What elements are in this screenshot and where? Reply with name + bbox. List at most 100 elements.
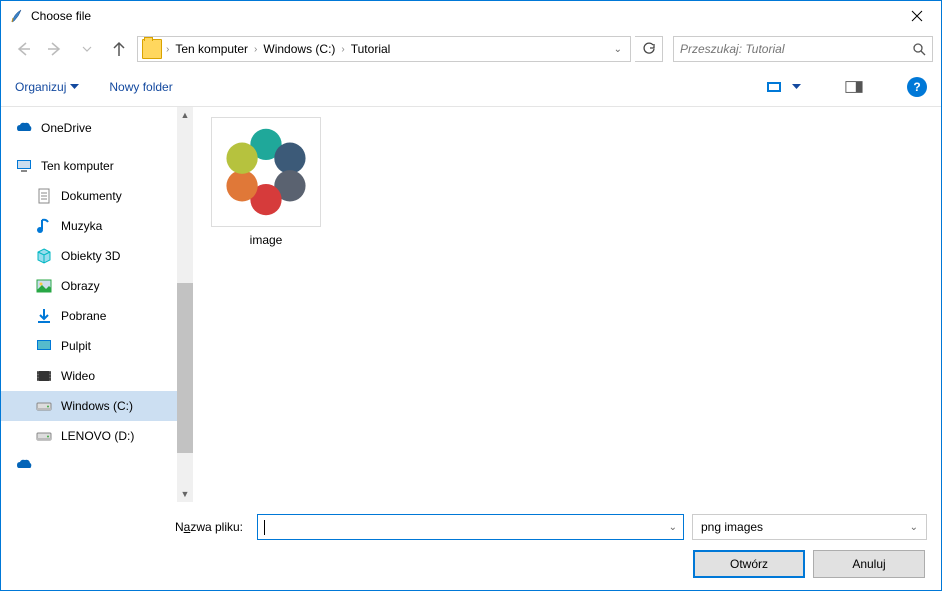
tree-item-partial[interactable] xyxy=(1,459,177,471)
tree-item-label: Dokumenty xyxy=(61,189,122,203)
filter-label: png images xyxy=(701,520,763,534)
breadcrumb-sep: › xyxy=(164,44,171,55)
cancel-label: Anuluj xyxy=(852,557,885,571)
back-button[interactable] xyxy=(9,35,37,63)
dialog-body: OneDrive Ten komputer Dokumenty Muzyka Obiek… xyxy=(1,107,941,502)
folder-icon xyxy=(142,39,162,59)
music-icon xyxy=(35,217,53,235)
filetype-filter[interactable]: png images ⌄ xyxy=(692,514,927,540)
thumbnails-icon xyxy=(766,79,786,95)
tree-item-label: LENOVO (D:) xyxy=(61,429,134,443)
open-label: Otwórz xyxy=(730,557,768,571)
tree-item-label: Pobrane xyxy=(61,309,106,323)
onedrive-icon xyxy=(15,119,33,137)
preview-pane-button[interactable] xyxy=(845,78,863,96)
tree-item-label: OneDrive xyxy=(41,121,92,135)
filename-input[interactable]: ⌄ xyxy=(257,514,684,540)
arrow-up-icon xyxy=(110,40,128,58)
search-icon xyxy=(912,42,926,56)
tree-item-label: Wideo xyxy=(61,369,95,383)
tree-item-pulpit[interactable]: Pulpit xyxy=(1,331,177,361)
file-item[interactable]: image xyxy=(211,117,321,247)
tree-item-label: Pulpit xyxy=(61,339,91,353)
filename-label: Nazwa pliku: xyxy=(15,520,249,534)
text-caret xyxy=(264,520,265,535)
chevron-down-icon: ⌄ xyxy=(910,522,918,533)
address-bar[interactable]: › Ten komputer › Windows (C:) › Tutorial… xyxy=(137,36,631,62)
tree-item-ten-komputer[interactable]: Ten komputer xyxy=(1,151,177,181)
scroll-track[interactable] xyxy=(177,123,193,486)
img-icon xyxy=(35,277,53,295)
chevron-down-icon xyxy=(70,82,79,91)
chevron-down-icon xyxy=(82,44,92,54)
chevron-down-icon[interactable]: ⌄ xyxy=(669,522,677,533)
address-dropdown[interactable]: ⌄ xyxy=(610,44,626,55)
bottom-bar: Nazwa pliku: ⌄ png images ⌄ Otwórz Anulu… xyxy=(1,502,941,590)
preview-pane-icon xyxy=(845,79,863,95)
doc-icon xyxy=(35,187,53,205)
3d-icon xyxy=(35,247,53,265)
drive-icon xyxy=(35,397,53,415)
tree-item-obrazy[interactable]: Obrazy xyxy=(1,271,177,301)
desk-icon xyxy=(35,337,53,355)
cancel-button[interactable]: Anuluj xyxy=(813,550,925,578)
file-thumbnail xyxy=(211,117,321,227)
help-button[interactable]: ? xyxy=(907,77,927,97)
new-folder-label: Nowy folder xyxy=(109,80,172,94)
help-icon: ? xyxy=(913,80,920,94)
app-icon xyxy=(9,8,25,24)
scroll-down-icon[interactable]: ▼ xyxy=(177,486,193,502)
drive-icon xyxy=(35,427,53,445)
tree-item-muzyka[interactable]: Muzyka xyxy=(1,211,177,241)
search-box[interactable] xyxy=(673,36,933,62)
new-folder-button[interactable]: Nowy folder xyxy=(109,80,172,94)
tree-item-label: Windows (C:) xyxy=(61,399,133,413)
down-icon xyxy=(35,307,53,325)
titlebar: Choose file xyxy=(1,1,941,31)
refresh-icon xyxy=(642,42,656,56)
scroll-up-icon[interactable]: ▲ xyxy=(177,107,193,123)
tree-item-lenovo-d-[interactable]: LENOVO (D:) xyxy=(1,421,177,451)
tree-item-windows-c-[interactable]: Windows (C:) xyxy=(1,391,177,421)
arrow-left-icon xyxy=(14,40,32,58)
nav-row: › Ten komputer › Windows (C:) › Tutorial… xyxy=(1,31,941,67)
file-name: image xyxy=(250,233,283,247)
arrow-right-icon xyxy=(46,40,64,58)
file-content-area[interactable]: image xyxy=(193,107,941,502)
scroll-thumb[interactable] xyxy=(177,283,193,453)
tree-item-label: Muzyka xyxy=(61,219,102,233)
recent-dropdown[interactable] xyxy=(73,35,101,63)
up-button[interactable] xyxy=(105,35,133,63)
breadcrumb-sep: › xyxy=(252,44,259,55)
view-mode-button[interactable] xyxy=(766,79,801,95)
close-button[interactable] xyxy=(894,1,939,31)
toolbar: Organizuj Nowy folder ? xyxy=(1,67,941,107)
breadcrumb-item[interactable]: Tutorial xyxy=(347,42,395,56)
chevron-down-icon xyxy=(792,82,801,91)
tree-item-pobrane[interactable]: Pobrane xyxy=(1,301,177,331)
organize-menu[interactable]: Organizuj xyxy=(15,80,79,94)
tree-item-dokumenty[interactable]: Dokumenty xyxy=(1,181,177,211)
refresh-button[interactable] xyxy=(635,36,663,62)
sidebar-scrollbar[interactable]: ▲ ▼ xyxy=(177,107,193,502)
vid-icon xyxy=(35,367,53,385)
tree: OneDrive Ten komputer Dokumenty Muzyka Obiek… xyxy=(1,107,177,502)
breadcrumb-sep: › xyxy=(339,44,346,55)
organize-label: Organizuj xyxy=(15,80,66,94)
breadcrumb-item[interactable]: Ten komputer xyxy=(171,42,252,56)
open-button[interactable]: Otwórz xyxy=(693,550,805,578)
pc-icon xyxy=(15,157,33,175)
image-preview-icon xyxy=(220,126,312,218)
tree-item-obiekty-3d[interactable]: Obiekty 3D xyxy=(1,241,177,271)
tree-item-onedrive[interactable]: OneDrive xyxy=(1,113,177,143)
window-title: Choose file xyxy=(31,9,894,23)
search-input[interactable] xyxy=(680,42,912,56)
breadcrumb-item[interactable]: Windows (C:) xyxy=(259,42,339,56)
sidebar: OneDrive Ten komputer Dokumenty Muzyka Obiek… xyxy=(1,107,193,502)
close-icon xyxy=(911,10,923,22)
tree-item-label: Ten komputer xyxy=(41,159,114,173)
tree-item-label: Obrazy xyxy=(61,279,100,293)
tree-item-wideo[interactable]: Wideo xyxy=(1,361,177,391)
forward-button[interactable] xyxy=(41,35,69,63)
tree-item-label: Obiekty 3D xyxy=(61,249,120,263)
